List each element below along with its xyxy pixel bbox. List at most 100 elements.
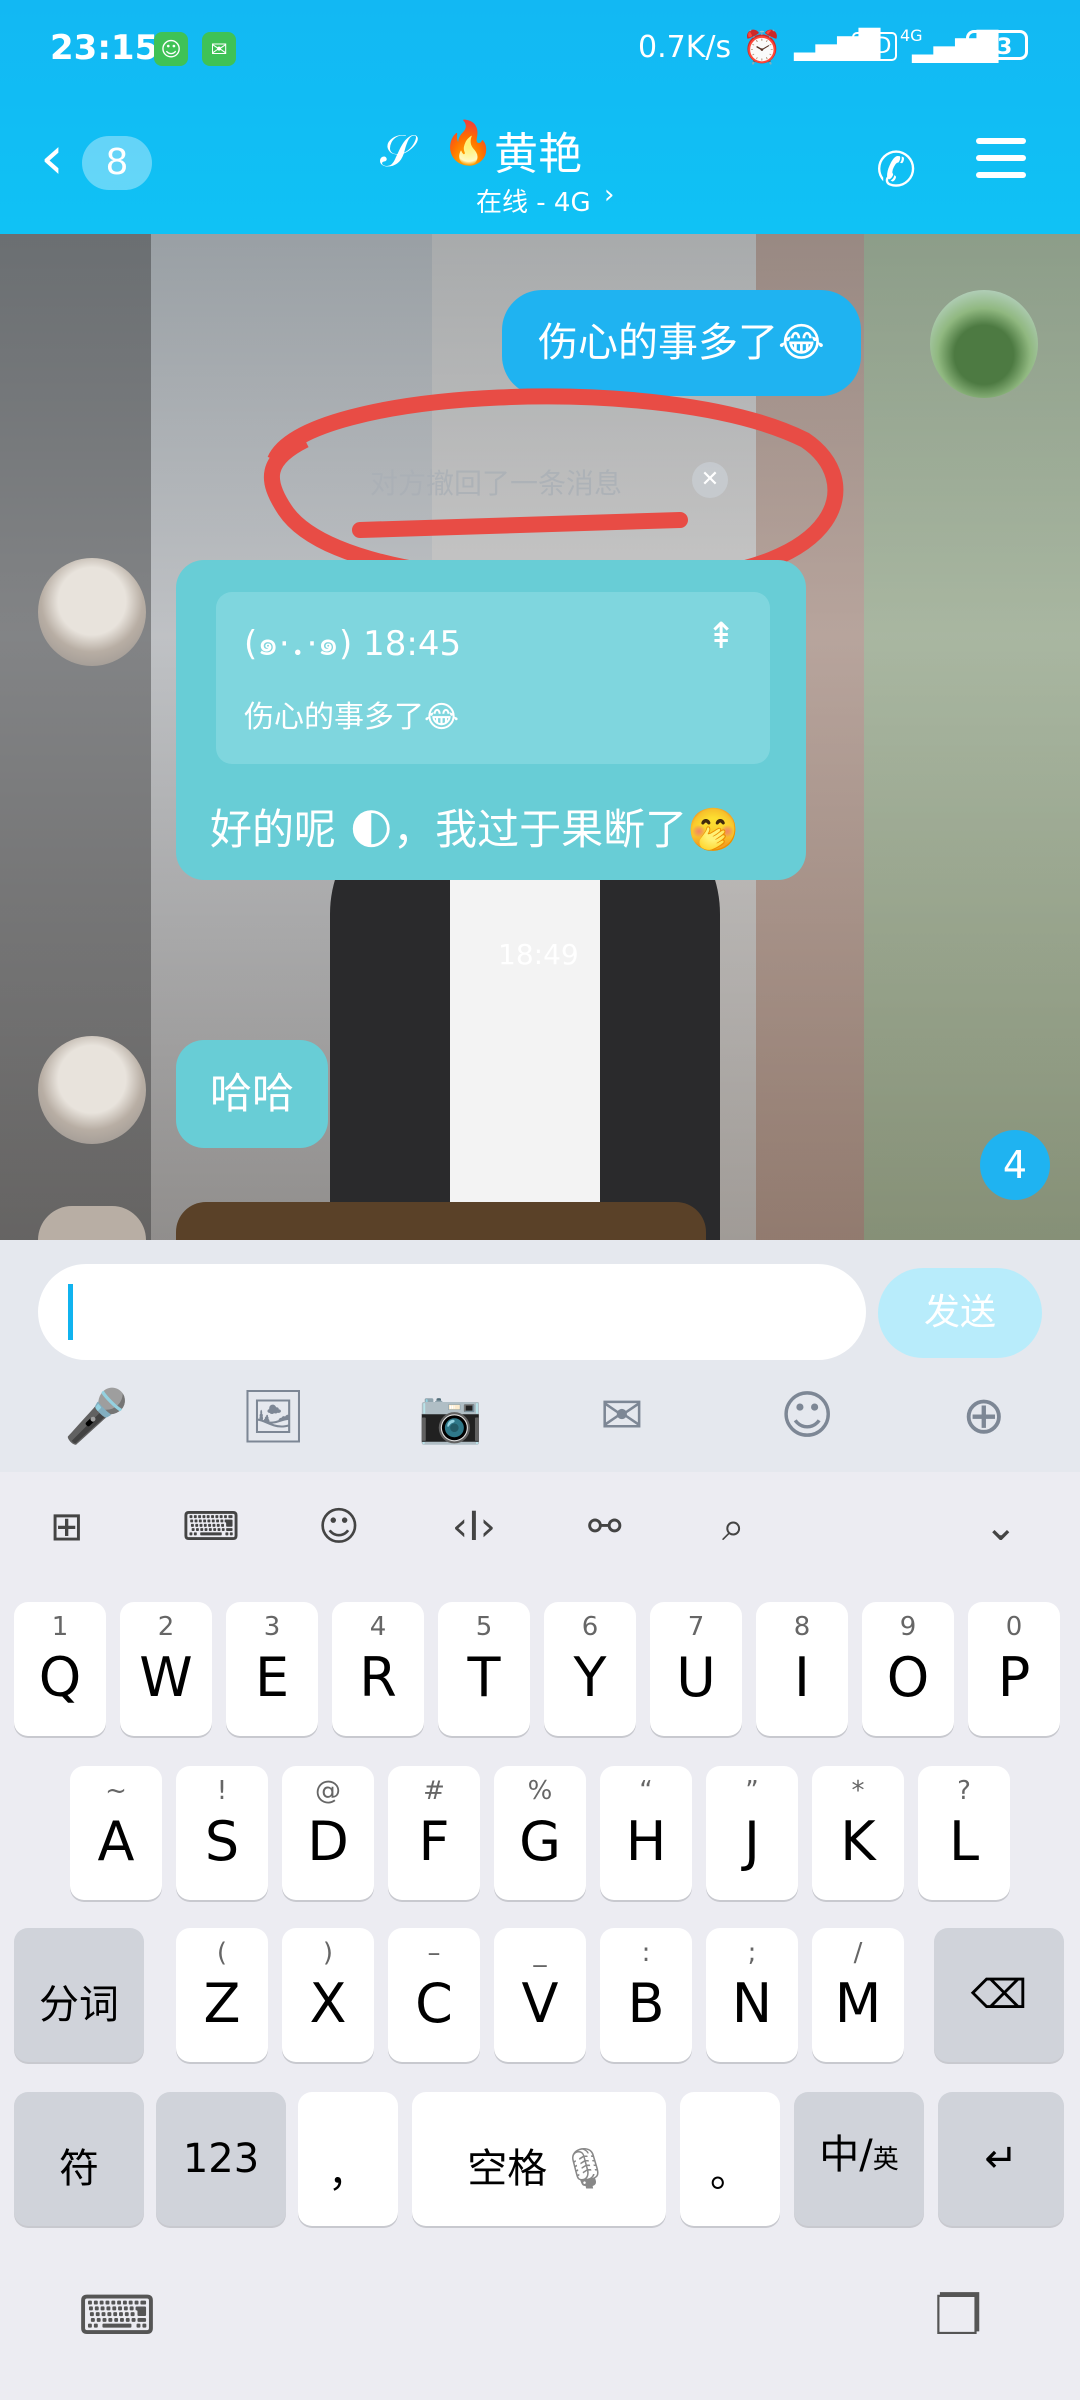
key-e[interactable]: 3E xyxy=(226,1602,318,1736)
chevron-down-icon[interactable]: ⌄ xyxy=(984,1504,1018,1550)
key-a[interactable]: ~ A xyxy=(70,1766,162,1900)
key-m[interactable]: / M xyxy=(812,1928,904,2062)
jump-to-top-icon[interactable]: ⇞ xyxy=(706,616,736,657)
key-hint: 8 xyxy=(793,1612,811,1642)
partial-message-bubble[interactable] xyxy=(176,1202,706,1240)
language-switch-key[interactable]: 中/英 xyxy=(794,2092,924,2226)
key-letter: R xyxy=(359,1646,397,1709)
key-s[interactable]: ! S xyxy=(176,1766,268,1900)
key-z[interactable]: (Z xyxy=(176,1928,268,2062)
numbers-label: 123 xyxy=(182,2136,260,2182)
search-icon[interactable]: ⌕ xyxy=(722,1504,744,1550)
voice-icon[interactable]: 🎤 xyxy=(64,1386,129,1447)
mic-icon: 🎙 xyxy=(559,2146,611,2192)
contact-avatar-2[interactable] xyxy=(38,1036,146,1144)
fenci-key[interactable]: 分词 xyxy=(14,1928,144,2062)
key-d[interactable]: @ D xyxy=(282,1766,374,1900)
keyboard-layout-icon[interactable]: ⌨ xyxy=(182,1504,240,1550)
timestamp: 18:49 xyxy=(498,938,579,971)
key-t[interactable]: 5T xyxy=(438,1602,530,1736)
key-letter: L xyxy=(948,1810,980,1873)
clipboard-link-icon[interactable]: ⚯ xyxy=(588,1504,622,1550)
background-shirt xyxy=(450,844,600,1240)
enter-key[interactable]: ↵ xyxy=(938,2092,1064,2226)
key-j[interactable]: ” J xyxy=(706,1766,798,1900)
backspace-key[interactable]: ⌫ xyxy=(934,1928,1064,2062)
online-status[interactable]: 在线 - 4G xyxy=(476,182,591,219)
key-f[interactable]: # F xyxy=(388,1766,480,1900)
emoji-icon[interactable]: ☺ xyxy=(780,1386,834,1446)
image-icon[interactable]: 🖼 xyxy=(240,1386,306,1447)
key-p[interactable]: 0P xyxy=(968,1602,1060,1736)
key-hint: ~ xyxy=(105,1776,127,1806)
camera-icon[interactable]: 📷 xyxy=(418,1386,483,1447)
reply-message-bubble[interactable]: (๑·．·๑) 18:45 ⇞ 伤心的事多了😂 好的呢 🌓，我过于果断了🤭 xyxy=(176,560,806,880)
cursor-move-icon[interactable]: ‹I› xyxy=(452,1504,496,1550)
chat-header: 23:15 ☺ ✉ 0.7K/s ⏰ ▂▄▆█ HD 4G ▂▄▆█ 63 ‹ … xyxy=(0,0,1080,234)
key-y[interactable]: 6Y xyxy=(544,1602,636,1736)
app-notification-icon: ☺ xyxy=(154,32,188,66)
enter-icon: ↵ xyxy=(984,2136,1018,2182)
unread-badge[interactable]: 8 xyxy=(82,136,152,190)
language-label: 中/英 xyxy=(819,2132,899,2178)
key-letter: W xyxy=(139,1646,193,1709)
send-button[interactable]: 发送 xyxy=(878,1268,1042,1358)
key-letter: Y xyxy=(573,1646,607,1709)
text-cursor xyxy=(68,1284,73,1340)
key-letter: U xyxy=(676,1646,716,1709)
key-x[interactable]: ) X xyxy=(282,1928,374,2062)
unread-message-indicator[interactable]: 4 xyxy=(980,1130,1050,1200)
comma-key[interactable]: ， xyxy=(298,2092,398,2226)
contact-avatar-3[interactable] xyxy=(38,1206,146,1240)
key-i[interactable]: 8I xyxy=(756,1602,848,1736)
key-o[interactable]: 9O xyxy=(862,1602,954,1736)
contact-avatar[interactable] xyxy=(38,558,146,666)
haha-message-bubble[interactable]: 哈哈 xyxy=(176,1040,329,1148)
symbol-key[interactable]: 符 xyxy=(14,2092,144,2226)
key-g[interactable]: % G xyxy=(494,1766,586,1900)
keyboard-hide-icon[interactable]: ⌨ xyxy=(78,2284,156,2347)
quote-header: (๑·．·๑) 18:45 xyxy=(244,616,461,670)
status-time: 23:15 xyxy=(50,28,159,68)
key-b[interactable]: :B xyxy=(600,1928,692,2062)
numbers-key[interactable]: 123 xyxy=(156,2092,286,2226)
clipboard-icon[interactable]: ❐ xyxy=(934,2284,982,2347)
phone-icon[interactable]: ✆ xyxy=(876,142,916,198)
chevron-right-icon[interactable]: › xyxy=(604,180,614,210)
key-n[interactable]: ; N xyxy=(706,1928,798,2062)
key-letter: X xyxy=(309,1972,347,2035)
contact-name[interactable]: 黄艳 xyxy=(494,118,854,182)
plus-icon[interactable]: ⊕ xyxy=(962,1386,1006,1446)
redpacket-icon[interactable]: ✉ xyxy=(600,1386,644,1446)
grid-icon[interactable]: ⊞ xyxy=(50,1504,84,1550)
quoted-message[interactable]: (๑·．·๑) 18:45 ⇞ 伤心的事多了😂 xyxy=(216,592,770,764)
my-avatar[interactable] xyxy=(930,290,1038,398)
chevron-left-icon[interactable]: ‹ xyxy=(40,128,64,188)
menu-icon[interactable] xyxy=(976,138,1026,178)
key-hint: 4 xyxy=(369,1612,387,1642)
key-hint: ” xyxy=(745,1776,759,1806)
ear-icon[interactable]: 𝒮 xyxy=(380,126,414,177)
message-input[interactable] xyxy=(38,1264,866,1360)
key-w[interactable]: 2W xyxy=(120,1602,212,1736)
emoji-keyboard-icon[interactable]: ☺ xyxy=(318,1504,360,1550)
key-k[interactable]: * K xyxy=(812,1766,904,1900)
quote-text: 伤心的事多了😂 xyxy=(244,700,460,735)
key-h[interactable]: “H xyxy=(600,1766,692,1900)
key-v[interactable]: _ V xyxy=(494,1928,586,2062)
key-hint: * xyxy=(851,1776,865,1806)
period-key[interactable]: 。 xyxy=(680,2092,780,2226)
key-hint: 0 xyxy=(1005,1612,1023,1642)
key-letter: T xyxy=(467,1646,501,1709)
quote-prefix: (๑·．·๑) xyxy=(244,624,353,664)
key-l[interactable]: ? L xyxy=(918,1766,1010,1900)
key-hint: – xyxy=(427,1938,441,1968)
space-key[interactable]: 空格 🎙 xyxy=(412,2092,666,2226)
key-r[interactable]: 4R xyxy=(332,1602,424,1736)
key-q[interactable]: 1Q xyxy=(14,1602,106,1736)
key-u[interactable]: 7U xyxy=(650,1602,742,1736)
key-hint: “ xyxy=(639,1776,653,1806)
key-c[interactable]: – C xyxy=(388,1928,480,2062)
key-letter: E xyxy=(254,1646,290,1709)
wechat-notification-icon: ✉ xyxy=(202,32,236,66)
